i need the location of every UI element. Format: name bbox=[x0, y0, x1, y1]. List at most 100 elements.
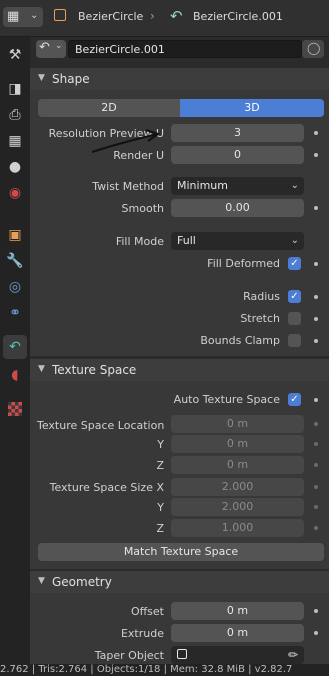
keyframe-dot[interactable] bbox=[314, 131, 318, 135]
size-x-field[interactable]: 2.000 bbox=[171, 478, 304, 496]
keyframe-dot[interactable] bbox=[314, 631, 318, 635]
wrench-icon: 🔧 bbox=[6, 253, 24, 269]
keyframe-dot[interactable] bbox=[314, 485, 318, 489]
auto-texture-space-label: Auto Texture Space bbox=[173, 393, 280, 406]
twist-method-value: Minimum bbox=[177, 179, 228, 192]
auto-texture-space-checkbox[interactable]: ✓ bbox=[288, 393, 301, 406]
keyframe-dot[interactable] bbox=[314, 463, 318, 467]
size-z-field[interactable]: 1.000 bbox=[171, 519, 304, 537]
keyframe-dot[interactable] bbox=[314, 609, 318, 613]
tab-world[interactable]: ◉ bbox=[3, 181, 27, 205]
physics-icon: ◎ bbox=[8, 279, 22, 295]
texture-space-location-label: Texture Space Location bbox=[37, 419, 165, 432]
fill-deformed-label: Fill Deformed bbox=[207, 257, 280, 270]
texture-space-title: Texture Space bbox=[52, 363, 137, 377]
keyframe-dot[interactable] bbox=[314, 526, 318, 530]
chevron-down-icon: ⌄ bbox=[30, 10, 39, 21]
hand-drawn-arrow bbox=[91, 129, 161, 153]
bounds-clamp-checkbox[interactable] bbox=[288, 334, 301, 347]
twist-method-select[interactable]: Minimum ⌄ bbox=[171, 177, 304, 195]
chevron-down-icon: ⌄ bbox=[290, 180, 299, 191]
extrude-label: Extrude bbox=[120, 627, 164, 640]
keyframe-dot[interactable] bbox=[314, 295, 318, 299]
tab-constraints[interactable]: ⚭ bbox=[3, 301, 27, 325]
chevron-right-icon: › bbox=[150, 9, 155, 23]
tab-scene[interactable]: ● bbox=[3, 155, 27, 179]
tab-texture[interactable] bbox=[3, 397, 27, 421]
stretch-label: Stretch bbox=[240, 312, 280, 325]
properties-editor-icon: ▦ bbox=[7, 9, 20, 24]
collapse-triangle-icon: ▼ bbox=[38, 576, 45, 586]
radius-checkbox[interactable]: ✓ bbox=[288, 290, 301, 303]
constraint-icon: ⚭ bbox=[9, 305, 21, 321]
dimension-2d-button[interactable]: 2D bbox=[38, 99, 180, 117]
tab-curve-data[interactable]: ↶ bbox=[3, 335, 27, 359]
keyframe-dot[interactable] bbox=[314, 317, 318, 321]
render-u-field[interactable]: 0 bbox=[171, 146, 304, 164]
datablock-name: BezierCircle.001 bbox=[75, 43, 165, 56]
world-icon: ◉ bbox=[8, 185, 22, 201]
status-bar: 2.762 | Tris:2.764 | Objects:1/18 | Mem:… bbox=[0, 664, 329, 676]
tab-tool[interactable]: ⚒ bbox=[3, 43, 27, 67]
texture-space-panel-body: Auto Texture Space ✓ Texture Space Locat… bbox=[30, 381, 329, 569]
keyframe-dot[interactable] bbox=[314, 206, 318, 210]
tab-object[interactable]: ▣ bbox=[3, 223, 27, 247]
object-props-icon: ▣ bbox=[8, 227, 22, 243]
dimension-3d-button[interactable]: 3D bbox=[180, 99, 324, 117]
shape-panel-header[interactable]: ▼ Shape bbox=[30, 68, 329, 90]
taper-object-field[interactable]: ✏ bbox=[171, 646, 304, 664]
keyframe-dot[interactable] bbox=[314, 398, 318, 402]
eyedropper-icon[interactable]: ✏ bbox=[288, 646, 298, 664]
tab-output[interactable]: ⎙ bbox=[3, 103, 27, 127]
datablock-name-field[interactable]: BezierCircle.001 bbox=[68, 40, 302, 58]
fill-mode-select[interactable]: Full ⌄ bbox=[171, 232, 304, 250]
tab-material[interactable]: ◖ bbox=[3, 363, 27, 387]
texture-checker-icon bbox=[8, 402, 22, 416]
keyframe-dot[interactable] bbox=[314, 505, 318, 509]
material-icon: ◖ bbox=[11, 367, 19, 383]
chevron-down-icon: ⌄ bbox=[290, 235, 299, 246]
location-x-field[interactable]: 0 m bbox=[171, 415, 304, 433]
location-z-field[interactable]: 0 m bbox=[171, 456, 304, 474]
breadcrumb-data[interactable]: BezierCircle.001 bbox=[193, 10, 283, 23]
geometry-panel-header[interactable]: ▼ Geometry bbox=[30, 571, 329, 593]
breadcrumb-object[interactable]: BezierCircle bbox=[78, 10, 143, 23]
keyframe-dot[interactable] bbox=[314, 262, 318, 266]
offset-field[interactable]: 0 m bbox=[171, 602, 304, 620]
location-y-label: Y bbox=[157, 438, 164, 451]
location-y-field[interactable]: 0 m bbox=[171, 435, 304, 453]
keyframe-dot[interactable] bbox=[314, 422, 318, 426]
geometry-title: Geometry bbox=[52, 575, 112, 589]
keyframe-dot[interactable] bbox=[314, 153, 318, 157]
smooth-field[interactable]: 0.00 bbox=[171, 199, 304, 217]
stretch-checkbox[interactable] bbox=[288, 312, 301, 325]
size-y-label: Y bbox=[157, 501, 164, 514]
smooth-label: Smooth bbox=[121, 202, 164, 215]
fill-deformed-checkbox[interactable]: ✓ bbox=[288, 257, 301, 270]
editor-type-button[interactable]: ▦ ⌄ bbox=[3, 7, 43, 27]
size-y-field[interactable]: 2.000 bbox=[171, 498, 304, 516]
keyframe-dot[interactable] bbox=[314, 442, 318, 446]
taper-object-label: Taper Object bbox=[94, 649, 164, 662]
keyframe-dot[interactable] bbox=[314, 339, 318, 343]
fake-user-button[interactable]: ◯ bbox=[302, 40, 324, 58]
datablock-row: ↶ ⌄ BezierCircle.001 ◯ bbox=[30, 37, 329, 61]
properties-tab-strip: ⚒ ◨ ⎙ ▦ ● ◉ ▣ 🔧 ◎ ⚭ ↶ ◖ bbox=[0, 37, 30, 664]
curve-object-icon bbox=[177, 649, 187, 659]
collapse-triangle-icon: ▼ bbox=[38, 73, 45, 83]
shape-panel-body: 2D 3D Resolution Preview U 3 Render U 0 … bbox=[30, 90, 329, 356]
extrude-field[interactable]: 0 m bbox=[171, 624, 304, 642]
match-texture-space-button[interactable]: Match Texture Space bbox=[38, 543, 324, 561]
tab-particles[interactable]: ◎ bbox=[3, 275, 27, 299]
location-z-label: Z bbox=[156, 459, 164, 472]
shield-icon: ◯ bbox=[307, 41, 321, 55]
resolution-preview-field[interactable]: 3 bbox=[171, 124, 304, 142]
texture-space-panel-header[interactable]: ▼ Texture Space bbox=[30, 359, 329, 381]
properties-header: ▦ ⌄ BezierCircle › ↶ BezierCircle.001 bbox=[0, 0, 329, 37]
tab-render[interactable]: ◨ bbox=[3, 77, 27, 101]
output-icon: ⎙ bbox=[9, 107, 21, 123]
tab-modifiers[interactable]: 🔧 bbox=[3, 249, 27, 273]
bounds-clamp-label: Bounds Clamp bbox=[200, 334, 280, 347]
datablock-browse-button[interactable]: ↶ ⌄ bbox=[36, 40, 66, 58]
tab-view-layer[interactable]: ▦ bbox=[3, 129, 27, 153]
